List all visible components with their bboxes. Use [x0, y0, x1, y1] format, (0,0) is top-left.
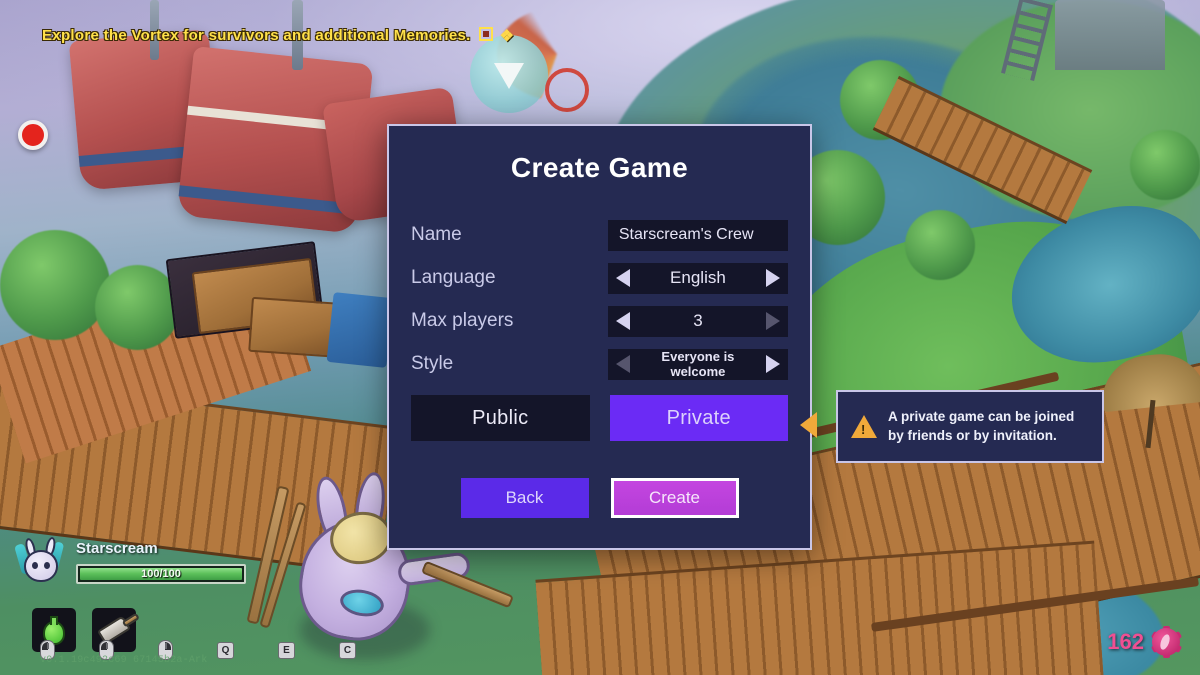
health-text: 100/100: [141, 568, 181, 580]
back-button[interactable]: Back: [460, 478, 589, 518]
style-label: Style: [411, 353, 454, 374]
form-row-name: Name Starscream's Crew: [411, 218, 788, 252]
building-far: [1055, 0, 1165, 70]
blue-container: [326, 292, 394, 368]
private-toggle-button[interactable]: Private: [609, 395, 788, 441]
form-row-max-players: Max players 3: [411, 304, 788, 338]
player-name: Starscream: [76, 540, 158, 557]
health-bar: 100/100: [76, 564, 246, 584]
max-players-prev-button[interactable]: [608, 312, 638, 330]
visibility-toggle-group: Public Private: [389, 395, 810, 441]
private-game-tooltip: A private game can be joined by friends …: [836, 390, 1104, 463]
checkbox-icon: [478, 27, 493, 41]
language-label: Language: [411, 267, 496, 288]
quest-banner: Explore the Vortex for survivors and add…: [42, 26, 514, 46]
waypoint-down-arrow-icon: [470, 35, 548, 113]
style-prev-button[interactable]: [608, 355, 638, 373]
waypoint-red-ring: [545, 68, 589, 112]
language-prev-button[interactable]: [608, 269, 638, 287]
form-row-style: Style Everyone is welcome: [411, 347, 788, 381]
currency-counter: 162: [1107, 626, 1182, 658]
player-status-hud: Starscream 100/100: [14, 536, 246, 592]
name-label: Name: [411, 224, 462, 245]
style-stepper[interactable]: Everyone is welcome: [607, 348, 788, 380]
max-players-value: 3: [693, 311, 703, 330]
name-value: Starscream's Crew: [618, 226, 754, 243]
tree: [0, 230, 110, 340]
red-marker-icon: [18, 120, 48, 150]
public-toggle-button[interactable]: Public: [411, 395, 590, 441]
tooltip-pointer: [800, 412, 817, 438]
dialog-actions: Back Create: [389, 478, 810, 518]
language-value: English: [670, 268, 726, 287]
language-next-button[interactable]: [758, 269, 788, 287]
version-string: v0.1.19c492c69 67145b2a-Ark: [40, 655, 208, 666]
tree: [1130, 130, 1200, 200]
tooltip-text: A private game can be joined by friends …: [888, 409, 1075, 443]
max-players-next-button[interactable]: [758, 312, 788, 330]
key-q-icon: Q: [217, 641, 234, 659]
gear-currency-icon: [1150, 626, 1182, 658]
name-input[interactable]: Starscream's Crew: [607, 219, 788, 251]
warning-triangle-icon: [851, 415, 877, 438]
currency-value: 162: [1107, 629, 1144, 654]
memory-glyph-icon: ❖: [499, 28, 515, 45]
form-row-language: Language English: [411, 261, 788, 295]
max-players-label: Max players: [411, 310, 514, 331]
create-game-form: Name Starscream's Crew Language English …: [389, 218, 810, 381]
create-game-dialog: Create Game Name Starscream's Crew Langu…: [387, 124, 812, 550]
quest-text: Explore the Vortex for survivors and add…: [42, 27, 471, 44]
player-avatar-icon: [14, 536, 66, 590]
dialog-title: Create Game: [510, 152, 689, 183]
tree: [905, 210, 975, 280]
style-value: Everyone is welcome: [661, 349, 735, 379]
language-stepper[interactable]: English: [607, 262, 788, 294]
create-button[interactable]: Create: [610, 478, 739, 518]
key-c-icon: C: [339, 641, 356, 659]
max-players-stepper[interactable]: 3: [607, 305, 788, 337]
game-screen: Explore the Vortex for survivors and add…: [0, 0, 1200, 675]
style-next-button[interactable]: [758, 355, 788, 373]
key-e-icon: E: [278, 641, 295, 659]
